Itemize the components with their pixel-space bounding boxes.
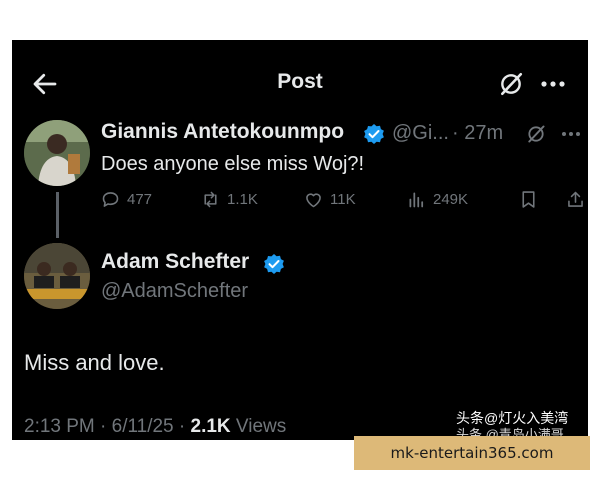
repost-button[interactable]: 1.1K bbox=[200, 186, 258, 212]
reply-count: 477 bbox=[127, 190, 153, 208]
avatar-adam-schefter[interactable] bbox=[24, 243, 90, 309]
repost-count: 1.1K bbox=[227, 190, 258, 208]
author-handle[interactable]: @Gi... bbox=[392, 122, 449, 145]
author-handle[interactable]: @AdamSchefter bbox=[101, 280, 248, 303]
heart-icon bbox=[306, 192, 321, 207]
grok-icon[interactable] bbox=[526, 124, 546, 144]
ad-banner[interactable]: mk-entertain365.com bbox=[354, 436, 590, 470]
author-name[interactable]: Adam Schefter bbox=[101, 250, 249, 274]
analytics-icon bbox=[409, 192, 424, 207]
repost-icon bbox=[204, 191, 217, 207]
share-button[interactable] bbox=[565, 186, 588, 212]
post-time[interactable]: · 27m bbox=[452, 122, 503, 145]
reply-icon bbox=[102, 191, 119, 207]
post-metadata: 2:13 PM · 6/11/25 · 2.1K Views bbox=[24, 416, 286, 438]
grok-icon[interactable] bbox=[498, 71, 524, 97]
ad-banner-text: mk-entertain365.com bbox=[390, 444, 554, 462]
views-label: Views bbox=[230, 416, 287, 437]
more-horizontal-icon[interactable] bbox=[560, 126, 582, 142]
reply-button[interactable]: 477 bbox=[100, 186, 152, 212]
views-count: 2.1K bbox=[190, 416, 231, 437]
top-bar: Post bbox=[12, 40, 588, 128]
post-screen: Post Giannis Antetokounmpo @Gi... · 27m … bbox=[12, 40, 588, 440]
thread-connector-line bbox=[56, 192, 59, 238]
share-icon bbox=[568, 191, 583, 207]
post-text: Does anyone else miss Woj?! bbox=[101, 153, 365, 175]
post-timestamp[interactable]: 2:13 PM · 6/11/25 · bbox=[24, 416, 191, 437]
avatar-giannis[interactable] bbox=[24, 120, 90, 186]
post-text: Miss and love. bbox=[24, 350, 165, 375]
like-count: 11K bbox=[330, 190, 356, 208]
bookmark-icon bbox=[522, 190, 535, 208]
author-name[interactable]: Giannis Antetokounmpo bbox=[101, 120, 344, 144]
bookmark-button[interactable] bbox=[518, 186, 545, 212]
views-button[interactable]: 249K bbox=[406, 186, 468, 212]
post-actions: 477 1.1K 11K 249K bbox=[100, 186, 588, 212]
views-count: 249K bbox=[433, 190, 469, 208]
more-horizontal-icon[interactable] bbox=[538, 71, 568, 97]
like-button[interactable]: 11K bbox=[303, 186, 356, 212]
verified-badge-icon bbox=[263, 253, 285, 275]
verified-badge-icon bbox=[363, 123, 385, 145]
